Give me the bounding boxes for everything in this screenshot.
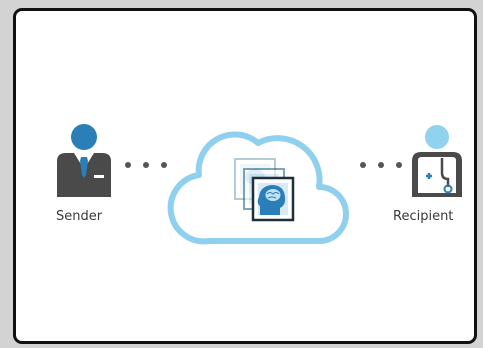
sender-head xyxy=(71,124,97,150)
connector-dot xyxy=(143,162,149,168)
brain-scan-image xyxy=(251,176,295,222)
sender-icon xyxy=(57,124,111,197)
cloud-to-recipient-connector xyxy=(360,162,402,168)
diagram-panel: Sender Recipient xyxy=(13,8,477,344)
brain-icon xyxy=(264,188,282,202)
sender-to-cloud-connector xyxy=(125,162,167,168)
recipient-label: Recipient xyxy=(393,209,454,224)
connector-dot xyxy=(396,162,402,168)
connector-dot xyxy=(161,162,167,168)
doctor-stethoscope-icon xyxy=(412,125,462,197)
diagram-canvas xyxy=(57,124,462,245)
recipient-head xyxy=(425,125,449,149)
connector-dot xyxy=(360,162,366,168)
sender-label: Sender xyxy=(56,209,103,224)
connector-dot xyxy=(125,162,131,168)
sender-pocket xyxy=(94,175,104,178)
connector-dot xyxy=(378,162,384,168)
